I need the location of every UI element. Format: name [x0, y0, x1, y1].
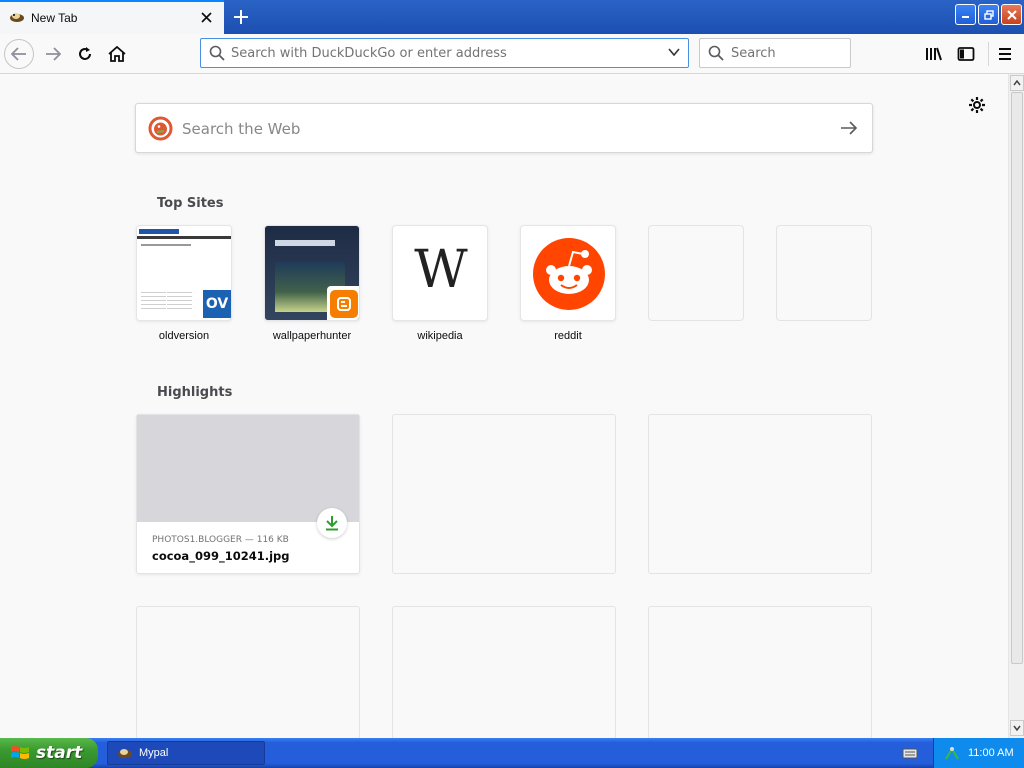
- sidebar-icon: [957, 47, 975, 61]
- back-button[interactable]: [4, 39, 34, 69]
- highlight-thumbnail: [137, 415, 359, 522]
- close-icon: [1006, 9, 1017, 20]
- forward-button[interactable]: [38, 39, 68, 69]
- site-label: oldversion: [158, 330, 210, 342]
- minimize-button[interactable]: [955, 4, 976, 25]
- forward-arrow-icon: [46, 47, 61, 61]
- chevron-down-icon: [1013, 725, 1021, 731]
- plus-icon: [234, 10, 248, 24]
- site-thumbnail: W: [392, 225, 488, 321]
- minimize-icon: [962, 16, 969, 18]
- search-icon: [708, 45, 724, 61]
- newtab-page: Top Sites OV oldversion wallpaperhunter: [0, 75, 1008, 738]
- search-input[interactable]: [731, 43, 841, 63]
- top-site-oldversion[interactable]: OV oldversion: [136, 225, 232, 342]
- close-window-button[interactable]: [1001, 4, 1022, 25]
- mypal-favicon-icon: [10, 13, 24, 22]
- top-site-wikipedia[interactable]: W wikipedia: [392, 225, 488, 342]
- scroll-thumb[interactable]: [1011, 92, 1023, 664]
- new-tab-button[interactable]: [228, 4, 254, 30]
- highlight-placeholder: [648, 414, 872, 574]
- arrow-right-icon[interactable]: [840, 120, 858, 136]
- mypal-app-icon: [118, 749, 132, 758]
- restore-icon: [983, 9, 994, 20]
- blogger-logo-icon: [327, 286, 359, 320]
- toolbar-separator: [988, 42, 989, 66]
- home-button[interactable]: [102, 39, 132, 69]
- site-label: reddit: [554, 330, 582, 342]
- wikipedia-logo-icon: W: [414, 240, 468, 300]
- start-label: start: [36, 743, 83, 763]
- address-input[interactable]: [231, 43, 651, 63]
- tab-new-tab[interactable]: New Tab: [0, 0, 224, 34]
- web-search-box[interactable]: [135, 103, 873, 153]
- highlight-placeholder: [136, 606, 360, 738]
- site-label: wallpaperhunter: [272, 330, 352, 342]
- chevron-down-icon[interactable]: [668, 47, 680, 57]
- site-thumbnail: [520, 225, 616, 321]
- highlights-heading: Highlights: [157, 385, 233, 400]
- windows-logo-icon: [11, 746, 29, 759]
- scroll-up-button[interactable]: [1010, 75, 1024, 91]
- windows-taskbar: start Mypal 11:00 AM: [0, 738, 1024, 768]
- gear-icon[interactable]: [967, 95, 987, 115]
- highlight-placeholder: [392, 414, 616, 574]
- tab-strip: New Tab: [0, 0, 1024, 34]
- taskbar-item-mypal[interactable]: Mypal: [107, 741, 265, 765]
- empty-site-placeholder: [776, 225, 872, 321]
- address-bar[interactable]: [200, 38, 689, 68]
- highlight-source: PHOTOS1.BLOGGER — 116 KB: [152, 535, 289, 545]
- site-thumbnail: [264, 225, 360, 321]
- clock[interactable]: 11:00 AM: [968, 747, 1014, 759]
- tab-close-icon[interactable]: [198, 9, 214, 25]
- top-sites-heading: Top Sites: [157, 196, 224, 211]
- vertical-scrollbar[interactable]: [1008, 74, 1024, 738]
- highlight-placeholder: [392, 606, 616, 738]
- library-button[interactable]: [919, 39, 949, 69]
- top-site-empty: [648, 225, 744, 321]
- restore-button[interactable]: [978, 4, 999, 25]
- duckduckgo-logo-icon: [148, 116, 173, 141]
- scroll-down-button[interactable]: [1010, 720, 1024, 736]
- oldversion-logo-icon: OV: [201, 288, 231, 320]
- menu-button[interactable]: [990, 39, 1020, 69]
- top-site-wallpaperhunter[interactable]: wallpaperhunter: [264, 225, 360, 342]
- reddit-logo-icon: [533, 238, 605, 310]
- highlight-card[interactable]: PHOTOS1.BLOGGER — 116 KB cocoa_099_10241…: [136, 414, 360, 574]
- reload-button[interactable]: [70, 39, 100, 69]
- navigation-toolbar: [0, 34, 1024, 74]
- search-bar[interactable]: [699, 38, 851, 68]
- web-search-input[interactable]: [182, 118, 822, 140]
- start-button[interactable]: start: [0, 738, 98, 768]
- taskbar-item-label: Mypal: [139, 747, 169, 759]
- highlight-title: cocoa_099_10241.jpg: [152, 549, 290, 563]
- tab-title: New Tab: [31, 11, 78, 25]
- top-site-reddit[interactable]: reddit: [520, 225, 616, 342]
- home-icon: [108, 46, 126, 62]
- reload-icon: [79, 47, 91, 60]
- keyboard-icon[interactable]: [902, 746, 918, 760]
- search-icon: [209, 45, 225, 61]
- library-icon: [926, 47, 942, 61]
- system-tray: 11:00 AM: [933, 738, 1024, 768]
- chevron-up-icon: [1013, 80, 1021, 86]
- site-label: wikipedia: [417, 330, 463, 342]
- hamburger-menu-icon: [999, 48, 1011, 60]
- empty-site-placeholder: [648, 225, 744, 321]
- site-thumbnail: OV: [136, 225, 232, 321]
- download-icon: [317, 508, 347, 538]
- highlight-placeholder: [648, 606, 872, 738]
- network-icon[interactable]: [944, 745, 960, 761]
- sidebar-button[interactable]: [951, 39, 981, 69]
- back-arrow-icon: [11, 47, 26, 61]
- top-site-empty: [776, 225, 872, 321]
